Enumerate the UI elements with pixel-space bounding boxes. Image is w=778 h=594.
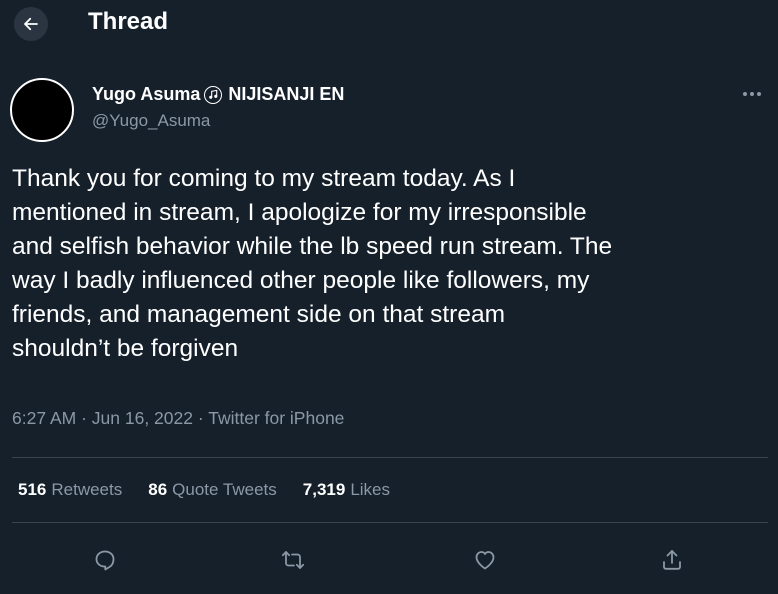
likes-label: Likes: [350, 480, 390, 499]
thread-header: Thread: [0, 0, 778, 46]
retweets-label: Retweets: [51, 480, 123, 499]
tweet-stats: 516 Retweets 86 Quote Tweets 7,319 Likes: [18, 480, 416, 500]
music-note-badge-icon: [204, 85, 223, 104]
quote-tweets-count: 86: [148, 480, 168, 499]
tweet-source[interactable]: Twitter for iPhone: [208, 408, 344, 428]
arrow-left-icon: [22, 15, 40, 33]
retweets-stat[interactable]: 516 Retweets: [18, 480, 122, 500]
share-button[interactable]: [655, 543, 689, 577]
retweet-button[interactable]: [276, 543, 310, 577]
page-title: Thread: [88, 8, 169, 35]
tweet-date[interactable]: Jun 16, 2022: [92, 408, 193, 428]
meta-separator-2: ·: [192, 408, 209, 428]
avatar[interactable]: [10, 78, 74, 142]
author-handle[interactable]: @Yugo_Asuma: [92, 111, 210, 131]
author-affiliation[interactable]: NIJISANJI EN: [228, 84, 344, 105]
quote-tweets-stat[interactable]: 86 Quote Tweets: [148, 480, 277, 500]
tweet-time[interactable]: 6:27 AM: [12, 408, 76, 428]
back-button[interactable]: [14, 7, 48, 41]
like-button[interactable]: [468, 543, 502, 577]
divider: [12, 522, 768, 523]
share-icon: [660, 548, 684, 572]
author-line: Yugo Asuma NIJISANJI EN: [92, 84, 344, 105]
more-horizontal-icon: [742, 91, 762, 97]
author-name[interactable]: Yugo Asuma: [92, 84, 200, 105]
heart-icon: [473, 548, 497, 572]
retweets-count: 516: [18, 480, 47, 499]
likes-stat[interactable]: 7,319 Likes: [303, 480, 390, 500]
quote-tweets-label: Quote Tweets: [172, 480, 277, 499]
more-options-button[interactable]: [738, 84, 766, 104]
tweet-thread-view: Thread Yugo Asuma NIJISANJI EN @Yugo_Asu…: [0, 0, 778, 594]
divider: [12, 457, 768, 458]
meta-separator: ·: [76, 408, 92, 428]
reply-icon: [93, 548, 117, 572]
retweet-icon: [281, 548, 305, 572]
tweet-text: Thank you for coming to my stream today.…: [12, 165, 613, 362]
reply-button[interactable]: [88, 543, 122, 577]
tweet-meta: 6:27 AM · Jun 16, 2022 · Twitter for iPh…: [12, 408, 344, 429]
likes-count: 7,319: [302, 480, 346, 499]
